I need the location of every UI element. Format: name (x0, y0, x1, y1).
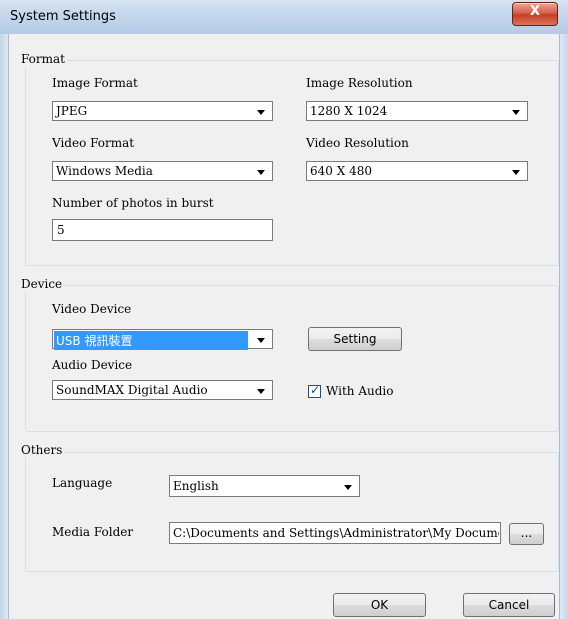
window-frame-left (0, 34, 9, 619)
image-format-label: Image Format (52, 76, 138, 90)
image-format-dropdown[interactable]: JPEG (52, 101, 273, 121)
cancel-button[interactable]: Cancel (463, 593, 555, 617)
window-title: System Settings (10, 9, 116, 24)
with-audio-label[interactable]: With Audio (326, 384, 393, 398)
video-device-dropdown[interactable]: USB 視訊裝置 (52, 329, 273, 350)
video-device-label: Video Device (52, 302, 132, 316)
media-folder-label: Media Folder (52, 525, 134, 539)
image-resolution-value: 1280 X 1024 (310, 104, 388, 118)
video-resolution-value: 640 X 480 (310, 164, 372, 178)
close-icon: X (529, 4, 541, 19)
setting-button-label: Setting (333, 332, 377, 346)
language-value: English (173, 479, 219, 493)
window-frame-right (559, 34, 568, 619)
video-format-label: Video Format (52, 136, 135, 150)
language-dropdown[interactable]: English (169, 475, 360, 497)
video-device-value: USB 視訊裝置 (54, 331, 248, 350)
title-bar[interactable]: System Settings X (0, 0, 568, 35)
media-folder-value: C:\Documents and Settings\Administrator\… (173, 526, 499, 540)
ok-button[interactable]: OK (333, 593, 426, 617)
image-resolution-label: Image Resolution (306, 76, 413, 90)
browse-folder-label: ... (520, 526, 533, 540)
burst-count-input[interactable]: 5 (52, 219, 273, 241)
audio-device-dropdown[interactable]: SoundMAX Digital Audio (52, 380, 273, 400)
chevron-down-icon (257, 338, 265, 343)
with-audio-checkbox[interactable]: ✓ (308, 383, 321, 398)
setting-button[interactable]: Setting (308, 327, 402, 351)
burst-count-label: Number of photos in burst (52, 196, 214, 210)
language-label: Language (52, 476, 113, 490)
others-group (25, 452, 559, 572)
chevron-down-icon (257, 170, 265, 175)
ok-button-label: OK (370, 598, 389, 612)
close-button[interactable]: X (512, 2, 558, 26)
burst-count-value: 5 (57, 223, 65, 237)
device-group-label: Device (21, 277, 65, 291)
browse-folder-button[interactable]: ... (509, 523, 544, 545)
chevron-down-icon (512, 110, 520, 115)
system-settings-window: System Settings X Format Image Format JP… (0, 0, 568, 619)
video-resolution-dropdown[interactable]: 640 X 480 (306, 161, 528, 181)
chevron-down-icon (512, 170, 520, 175)
chevron-down-icon (344, 485, 352, 490)
image-resolution-dropdown[interactable]: 1280 X 1024 (306, 101, 528, 121)
video-format-dropdown[interactable]: Windows Media (52, 161, 273, 181)
format-group-label: Format (21, 52, 67, 66)
chevron-down-icon (257, 389, 265, 394)
video-resolution-label: Video Resolution (306, 136, 409, 150)
image-format-value: JPEG (56, 104, 88, 118)
cancel-button-label: Cancel (488, 598, 530, 612)
audio-device-label: Audio Device (52, 358, 133, 372)
media-folder-input[interactable]: C:\Documents and Settings\Administrator\… (169, 522, 501, 544)
others-group-label: Others (21, 443, 65, 457)
dialog-body: Format Image Format JPEG Image Resolutio… (9, 34, 559, 619)
audio-device-value: SoundMAX Digital Audio (56, 383, 208, 397)
checkmark-icon: ✓ (310, 383, 321, 397)
chevron-down-icon (257, 110, 265, 115)
video-format-value: Windows Media (56, 164, 153, 178)
